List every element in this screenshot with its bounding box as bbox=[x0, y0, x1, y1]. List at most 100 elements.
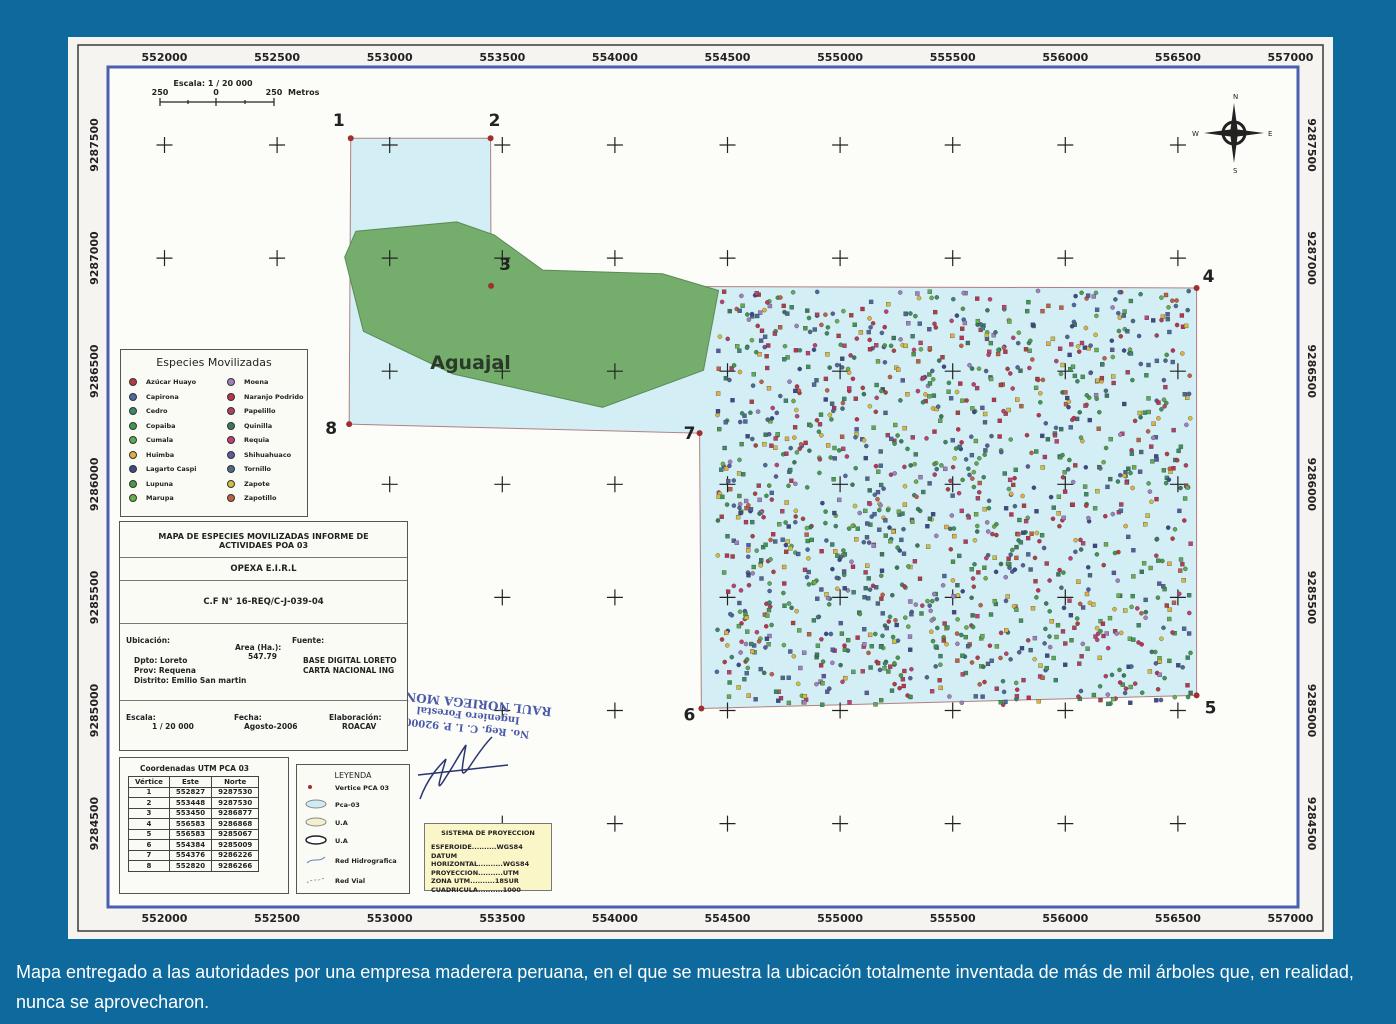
axis-bottom-label: 552000 bbox=[142, 912, 188, 925]
tree-point bbox=[851, 590, 856, 595]
tree-point bbox=[767, 581, 772, 586]
tree-point bbox=[762, 307, 767, 313]
tree-point bbox=[714, 669, 720, 675]
tree-point bbox=[1116, 310, 1121, 316]
compass-w-label: W bbox=[1192, 130, 1199, 138]
tree-point bbox=[1068, 425, 1073, 430]
tree-point bbox=[1146, 362, 1151, 368]
tree-point bbox=[737, 609, 743, 614]
tree-point bbox=[960, 653, 965, 658]
tree-point bbox=[1141, 561, 1147, 566]
tree-point bbox=[951, 593, 956, 599]
tree-point bbox=[1033, 579, 1038, 584]
tree-point bbox=[721, 570, 727, 575]
tree-point bbox=[873, 409, 879, 415]
tree-point bbox=[982, 420, 988, 425]
leyenda-label: U.A bbox=[335, 837, 348, 845]
tree-point bbox=[812, 327, 817, 332]
tree-point bbox=[761, 514, 766, 520]
tree-point bbox=[1071, 415, 1077, 421]
tree-point bbox=[737, 493, 742, 499]
tree-point bbox=[913, 479, 919, 484]
tree-point bbox=[1035, 288, 1041, 294]
tree-point bbox=[1122, 401, 1127, 407]
tree-point bbox=[1163, 384, 1168, 390]
tree-point bbox=[750, 533, 755, 539]
tree-point bbox=[882, 343, 887, 348]
tree-point bbox=[731, 583, 737, 589]
tree-point bbox=[1113, 297, 1118, 302]
tree-point bbox=[1024, 432, 1030, 438]
tree-point bbox=[980, 633, 985, 639]
tree-point bbox=[763, 624, 769, 629]
fuente-2: CARTA NACIONAL ING bbox=[303, 666, 395, 675]
tree-point bbox=[855, 635, 860, 640]
tree-point bbox=[867, 632, 873, 638]
map-title: MAPA DE ESPECIES MOVILIZADAS INFORME DE … bbox=[120, 522, 407, 558]
tree-point bbox=[969, 660, 975, 665]
tree-point bbox=[1138, 361, 1144, 367]
tree-point bbox=[717, 334, 723, 339]
tree-point bbox=[1097, 655, 1102, 661]
tree-point bbox=[976, 570, 981, 575]
tree-point bbox=[880, 611, 885, 616]
tree-point bbox=[783, 542, 789, 548]
tree-point bbox=[866, 596, 871, 601]
tree-point bbox=[743, 641, 749, 647]
tree-point bbox=[789, 605, 794, 611]
tree-point bbox=[1156, 416, 1161, 421]
tree-point bbox=[878, 503, 883, 508]
compass-e-label: E bbox=[1268, 130, 1272, 138]
species-item: Papelillo bbox=[227, 407, 275, 415]
tree-point bbox=[854, 537, 859, 542]
tree-point bbox=[1153, 661, 1159, 666]
tree-point bbox=[1002, 471, 1007, 476]
tree-point bbox=[1073, 293, 1078, 299]
tree-point bbox=[924, 675, 930, 680]
axis-right-label: 9285500 bbox=[1305, 571, 1318, 625]
tree-point bbox=[1129, 451, 1135, 456]
tree-point bbox=[1023, 347, 1029, 352]
tree-point bbox=[1045, 437, 1051, 442]
tree-point bbox=[832, 510, 837, 516]
tree-point bbox=[1004, 651, 1009, 656]
tree-point bbox=[1128, 298, 1134, 304]
tree-point bbox=[781, 590, 786, 596]
tree-point bbox=[1084, 591, 1090, 597]
tree-point bbox=[1144, 373, 1149, 378]
tree-point bbox=[1076, 694, 1081, 699]
tree-point bbox=[1131, 574, 1136, 579]
tree-point bbox=[896, 367, 901, 372]
tree-point bbox=[783, 520, 788, 525]
tree-point bbox=[746, 548, 751, 553]
tree-point bbox=[903, 615, 908, 620]
tree-point bbox=[867, 337, 872, 343]
tree-point bbox=[868, 325, 873, 330]
tree-point bbox=[798, 665, 803, 671]
tree-point bbox=[814, 652, 820, 657]
leyenda-label: Red Vial bbox=[335, 877, 366, 885]
tree-point bbox=[767, 600, 772, 605]
tree-point bbox=[1094, 552, 1100, 557]
tree-point bbox=[1136, 623, 1141, 628]
tree-point bbox=[1066, 399, 1072, 404]
species-item: Tornillo bbox=[227, 465, 271, 473]
tree-point bbox=[802, 700, 807, 705]
tree-point bbox=[901, 526, 906, 532]
tree-point bbox=[823, 312, 828, 317]
tree-point bbox=[861, 539, 867, 545]
tree-point bbox=[1157, 672, 1162, 677]
tree-point bbox=[793, 481, 798, 487]
tree-point bbox=[933, 664, 938, 669]
tree-point bbox=[1072, 373, 1078, 379]
tree-point bbox=[835, 553, 840, 558]
tree-point bbox=[725, 336, 730, 342]
tree-point bbox=[1032, 656, 1037, 662]
tree-point bbox=[988, 340, 994, 346]
species-item: Lagarto Caspi bbox=[129, 465, 197, 473]
tree-point bbox=[1084, 492, 1089, 497]
species-legend: Especies Movilizadas Azúcar Huayo Capiron… bbox=[120, 349, 308, 517]
tree-point bbox=[877, 527, 882, 532]
projection-row: DATUM HORIZONTAL..........WGS84 bbox=[431, 852, 551, 869]
tree-point bbox=[970, 576, 976, 581]
